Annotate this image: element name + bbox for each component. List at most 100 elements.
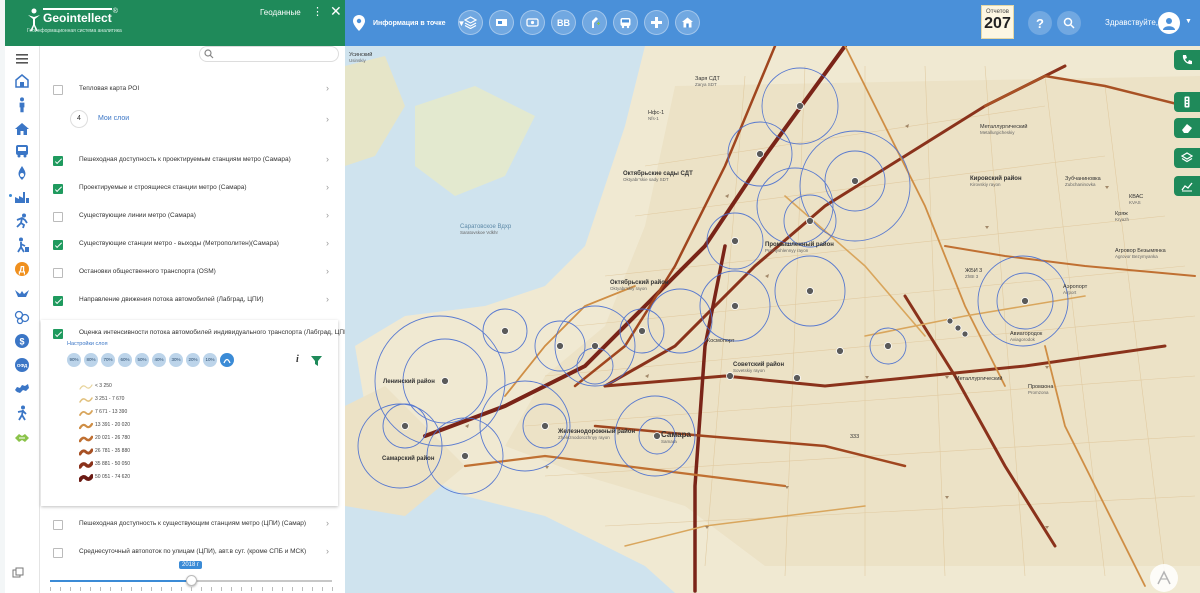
layer-info-icon[interactable]: i [296,354,299,365]
opacity-option[interactable]: 60% [118,353,132,367]
wallet-icon[interactable] [520,10,545,35]
chart-tool-button[interactable] [1174,176,1200,196]
drop-icon[interactable] [13,164,31,182]
bird-icon[interactable] [13,284,31,302]
layer-row[interactable]: Существующие линии метро (Самара) › [40,203,340,231]
map-view[interactable]: Усинский Usinskiy Заря СДТ Zarya SDT Нфс-1… [345,46,1200,593]
panel-menu-button[interactable]: ⋮ [312,5,323,18]
avatar[interactable] [1158,12,1180,34]
reports-counter[interactable]: Отчетов 207 [981,5,1014,39]
opacity-option[interactable]: 40% [152,353,166,367]
opacity-option[interactable]: 80% [84,353,98,367]
traffic-light-tool-button[interactable] [1174,92,1200,112]
person-icon[interactable] [13,94,31,116]
caret-down-icon[interactable]: ▼ [1185,18,1192,25]
layer-checkbox[interactable] [53,268,63,278]
slider-tick [241,587,243,591]
layer-row[interactable]: Проектируемые и строящиеся станции метро… [40,175,340,203]
map-label: Зубчаниновка Zubchaninovka [1065,176,1101,187]
corner-compass-icon[interactable] [1150,564,1178,592]
search-icon [1063,17,1075,29]
search-input[interactable] [216,48,334,60]
user-greeting: Здравствуйте, [1105,18,1159,27]
opacity-option[interactable]: 10% [203,353,217,367]
opacity-option[interactable]: 90% [67,353,81,367]
person-walk-icon[interactable] [13,404,31,422]
layer-label: Тепловая карта POI [79,85,140,92]
opacity-option[interactable]: 20% [186,353,200,367]
layer-checkbox[interactable] [53,329,63,339]
slider-handle[interactable] [185,575,197,586]
bus-icon[interactable] [613,10,638,35]
handshake-icon[interactable] [13,428,31,446]
layer-checkbox[interactable] [53,296,63,306]
help-button[interactable]: ? [1028,11,1052,35]
search-button[interactable] [1057,11,1081,35]
panel-close-button[interactable]: ✕ [330,3,342,20]
film-icon[interactable] [489,10,514,35]
search-box[interactable] [199,46,339,62]
chevron-right-icon[interactable]: › [326,83,329,93]
layer-checkbox[interactable] [53,520,63,530]
opacity-option[interactable]: 70% [101,353,115,367]
layer-checkbox[interactable] [53,85,63,95]
opacity-reset-icon[interactable] [220,353,234,367]
layers-icon[interactable] [458,10,483,35]
ofd-icon[interactable]: ОФД [13,356,31,374]
map-label: Заря СДТ Zarya SDT [695,76,720,87]
layer-checkbox[interactable] [53,240,63,250]
menu-icon[interactable] [13,50,31,68]
layer-checkbox[interactable] [53,184,63,194]
building-icon[interactable] [13,72,31,90]
layer-checkbox[interactable] [53,212,63,222]
map-layers-tool-button[interactable] [1174,148,1200,168]
layer-settings-label[interactable]: Настройки слоя [67,341,108,347]
phone-tool-button[interactable] [1174,50,1200,70]
layer-row[interactable]: Остановки общественного транспорта (OSM)… [40,259,340,287]
chevron-right-icon[interactable]: › [326,238,329,248]
eraser-tool-button[interactable] [1174,118,1200,138]
opacity-option[interactable]: 30% [169,353,183,367]
runner-icon[interactable] [13,212,31,230]
bubbles-icon[interactable] [13,308,31,326]
chevron-right-icon[interactable]: › [326,546,329,556]
map-label: Промышленный район Promyshlennyy rayon [765,242,834,253]
layer-row[interactable]: Существующие станции метро - выходы (Мет… [40,231,340,259]
layer-checkbox[interactable] [53,156,63,166]
chevron-right-icon[interactable]: › [326,114,329,124]
factory-icon[interactable] [13,188,31,206]
chevron-down-icon[interactable]: › [323,331,333,334]
chevron-right-icon[interactable]: › [326,294,329,304]
layer-row[interactable]: Направление движения потока автомобилей … [40,287,340,315]
map-pin-icon [353,15,365,31]
legend-row: 3 251 - 7 670 [79,395,279,406]
pin-plus-icon[interactable] [582,10,607,35]
bb-icon[interactable]: BB [551,10,576,35]
map-canvas[interactable] [345,46,1200,593]
map-label: Советский район Sovetskiy rayon [733,362,784,373]
dollar-icon[interactable]: $ [13,332,31,350]
layer-checkbox[interactable] [53,548,63,558]
crosshair-icon[interactable] [644,10,669,35]
chevron-right-icon[interactable]: › [326,154,329,164]
walker-icon[interactable] [13,236,31,254]
chevron-right-icon[interactable]: › [326,210,329,220]
layer-row[interactable]: Тепловая карта POI › [40,76,340,104]
map-russia-icon[interactable] [13,380,31,398]
filter-icon[interactable] [311,356,322,366]
map-label: Октябрьский район Oktyabr'skiy rayon [610,280,669,291]
opacity-option[interactable]: 50% [135,353,149,367]
map-label: КВАС KVAS [1129,194,1143,205]
d-badge-icon[interactable]: Д [13,260,31,278]
export-icon[interactable] [12,567,24,579]
house-icon[interactable] [13,120,31,138]
layer-row[interactable]: Пешеходная доступность к существующим ст… [40,511,340,539]
bus-icon[interactable] [13,142,31,160]
home-icon[interactable] [675,10,700,35]
info-mode-dropdown[interactable]: Информация в точке ▼ [353,0,465,46]
chevron-right-icon[interactable]: › [326,518,329,528]
layer-row[interactable]: Пешеходная доступность к проектируемым с… [40,147,340,175]
chevron-right-icon[interactable]: › [326,266,329,276]
chevron-right-icon[interactable]: › [326,182,329,192]
my-layers-item[interactable]: 4 Мои слои › [70,110,340,130]
